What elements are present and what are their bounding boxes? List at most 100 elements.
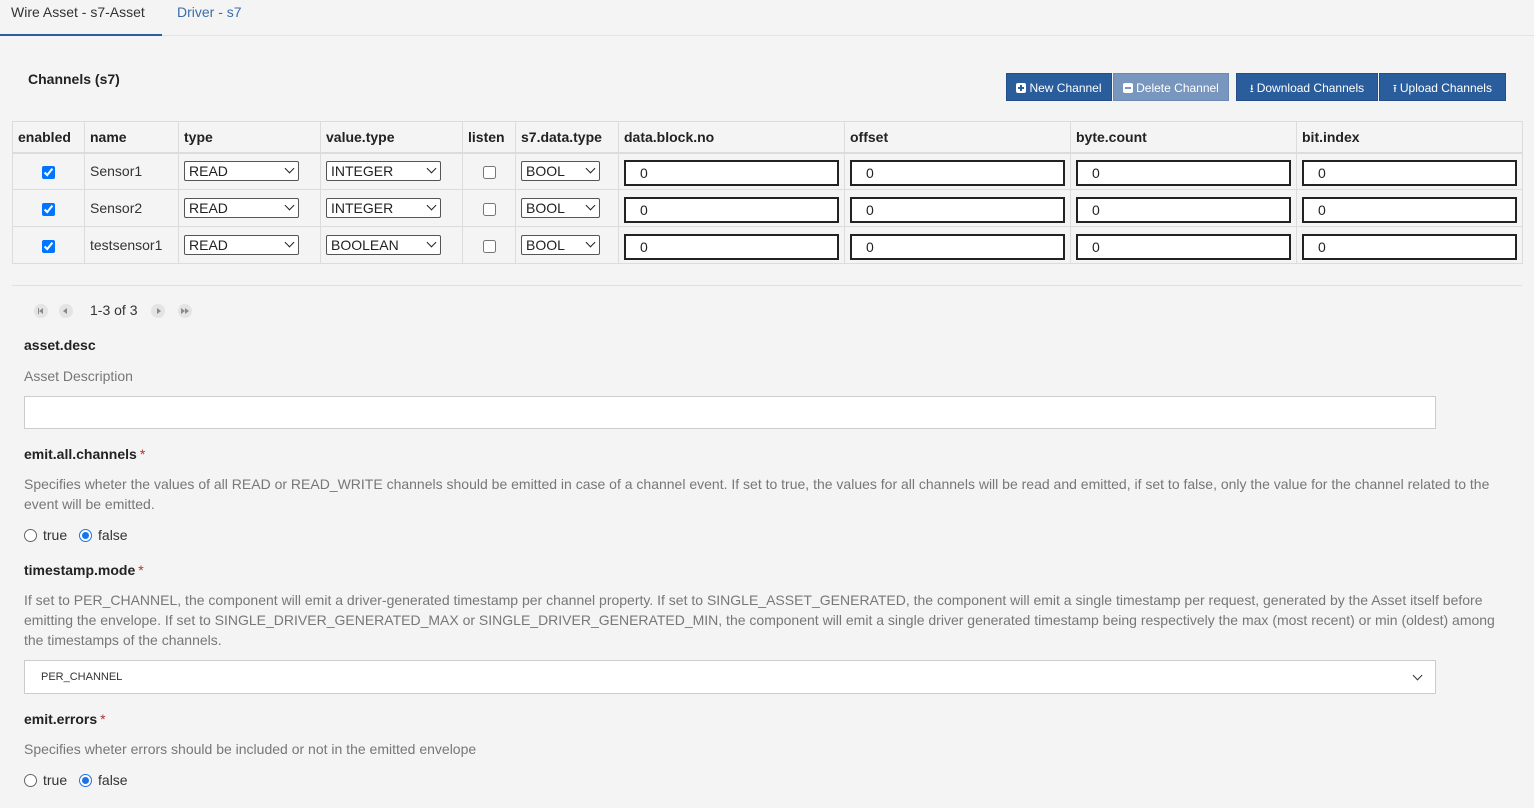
column-header-type[interactable]: type	[178, 121, 321, 154]
byte-count-input[interactable]: 0	[1076, 233, 1291, 260]
emit-errors-description: Specifies wheter errors should be includ…	[24, 741, 477, 757]
enabled-checkbox[interactable]	[42, 166, 55, 180]
timestamp-mode-label: timestamp.mode *	[24, 562, 144, 578]
enabled-checkbox[interactable]	[42, 202, 55, 216]
value-type-select[interactable]: BOOLEAN	[326, 235, 441, 255]
cell-enabled	[12, 226, 85, 264]
offset-input[interactable]: 0	[850, 159, 1065, 186]
cell-bit-index: 0	[1296, 152, 1523, 190]
first-page-icon[interactable]	[34, 304, 48, 318]
chevron-down-icon	[426, 237, 437, 248]
type-select[interactable]: READ	[184, 235, 299, 255]
byte-count-input[interactable]: 0	[1076, 196, 1291, 223]
required-marker: *	[138, 562, 144, 578]
column-header-value-type[interactable]: value.type	[320, 121, 463, 154]
cell-type: READ	[178, 226, 321, 264]
cell-type: READ	[178, 152, 321, 190]
data-block-no-input[interactable]: 0	[624, 159, 839, 186]
tab-driver[interactable]: Driver - s7	[177, 0, 242, 36]
emit-errors-true-radio[interactable]	[24, 774, 37, 787]
download-icon: ⭳	[1249, 83, 1254, 95]
listen-checkbox[interactable]	[482, 166, 496, 180]
minus-square-icon	[1123, 83, 1134, 93]
cell-enabled	[12, 152, 85, 190]
new-channel-button[interactable]: New Channel	[1006, 73, 1112, 101]
emit-all-channels-true-radio[interactable]	[24, 529, 37, 542]
cell-data-block-no: 0	[618, 189, 845, 227]
cell-bit-index: 0	[1296, 189, 1523, 227]
channels-table: enabled name type value.type listen s7.d…	[12, 121, 1523, 264]
timestamp-mode-description: If set to PER_CHANNEL, the component wil…	[24, 592, 1495, 648]
offset-input[interactable]: 0	[850, 233, 1065, 260]
column-header-listen[interactable]: listen	[462, 121, 516, 154]
cell-type: READ	[178, 189, 321, 227]
listen-checkbox[interactable]	[482, 239, 496, 253]
s7-data-type-select[interactable]: BOOL	[521, 235, 600, 255]
column-header-name[interactable]: name	[84, 121, 179, 154]
emit-all-channels-radio-group: true false	[24, 527, 136, 545]
data-block-no-input[interactable]: 0	[624, 196, 839, 223]
cell-offset: 0	[844, 189, 1071, 227]
column-header-enabled[interactable]: enabled	[12, 121, 85, 154]
cell-name: Sensor1	[84, 152, 179, 190]
next-page-icon[interactable]	[151, 304, 165, 318]
chevron-down-icon	[284, 163, 295, 174]
table-row: testsensor1 READ BOOLEAN BOOL 0 0 0 0	[12, 226, 1523, 264]
download-channels-button[interactable]: ⭳ Download Channels	[1236, 73, 1378, 101]
column-header-byte-count[interactable]: byte.count	[1070, 121, 1297, 154]
listen-checkbox[interactable]	[482, 202, 496, 216]
cell-value-type: INTEGER	[320, 152, 463, 190]
cell-name: Sensor2	[84, 189, 179, 227]
cell-listen	[462, 152, 516, 190]
cell-value-type: BOOLEAN	[320, 226, 463, 264]
asset-desc-label: asset.desc	[24, 337, 96, 353]
asset-desc-input[interactable]	[24, 396, 1436, 429]
data-block-no-input[interactable]: 0	[624, 233, 839, 260]
s7-data-type-select[interactable]: BOOL	[521, 198, 600, 218]
value-type-select[interactable]: INTEGER	[326, 161, 441, 182]
cell-s7-data-type: BOOL	[515, 152, 619, 190]
cell-listen	[462, 226, 516, 264]
offset-input[interactable]: 0	[850, 196, 1065, 223]
delete-channel-button[interactable]: Delete Channel	[1113, 73, 1229, 101]
bit-index-input[interactable]: 0	[1302, 233, 1517, 260]
column-header-bit-index[interactable]: bit.index	[1296, 121, 1523, 154]
previous-page-icon[interactable]	[59, 304, 73, 318]
radio-label-true: true	[43, 527, 68, 543]
cell-offset: 0	[844, 226, 1071, 264]
upload-icon: ⭱	[1393, 83, 1397, 95]
chevron-down-icon	[426, 200, 437, 211]
bit-index-input[interactable]: 0	[1302, 159, 1517, 186]
column-header-data-block-no[interactable]: data.block.no	[618, 121, 845, 154]
cell-s7-data-type: BOOL	[515, 189, 619, 227]
tab-wire-asset[interactable]: Wire Asset - s7-Asset	[0, 0, 162, 36]
type-select[interactable]: READ	[184, 161, 299, 182]
emit-all-channels-false-radio[interactable]	[79, 529, 93, 542]
chevron-down-icon	[585, 163, 596, 174]
emit-errors-radio-group: true false	[24, 772, 136, 790]
bit-index-input[interactable]: 0	[1302, 196, 1517, 223]
section-title: Channels (s7)	[28, 71, 120, 87]
last-page-icon[interactable]	[178, 304, 192, 318]
type-select[interactable]: READ	[184, 198, 299, 218]
cell-listen	[462, 189, 516, 227]
emit-all-channels-description: Specifies wheter the values of all READ …	[24, 476, 1490, 512]
radio-label-false: false	[98, 527, 128, 543]
cell-byte-count: 0	[1070, 226, 1297, 264]
timestamp-mode-select[interactable]: PER_CHANNEL	[24, 660, 1436, 694]
emit-errors-false-radio[interactable]	[79, 774, 93, 787]
page-range: 1-3 of 3	[90, 302, 138, 318]
value-type-select[interactable]: INTEGER	[326, 198, 441, 218]
column-header-offset[interactable]: offset	[844, 121, 1071, 154]
asset-desc-description: Asset Description	[24, 368, 133, 384]
radio-label-true: true	[43, 772, 68, 788]
chevron-down-icon	[284, 237, 295, 248]
upload-channels-button[interactable]: ⭱ Upload Channels	[1379, 73, 1506, 101]
table-row: Sensor1 READ INTEGER BOOL 0 0 0 0	[12, 152, 1523, 190]
column-header-s7-data-type[interactable]: s7.data.type	[515, 121, 619, 154]
s7-data-type-select[interactable]: BOOL	[521, 161, 600, 182]
emit-errors-label: emit.errors *	[24, 711, 106, 727]
chevron-down-icon	[1412, 670, 1423, 681]
enabled-checkbox[interactable]	[42, 239, 55, 253]
byte-count-input[interactable]: 0	[1076, 159, 1291, 186]
